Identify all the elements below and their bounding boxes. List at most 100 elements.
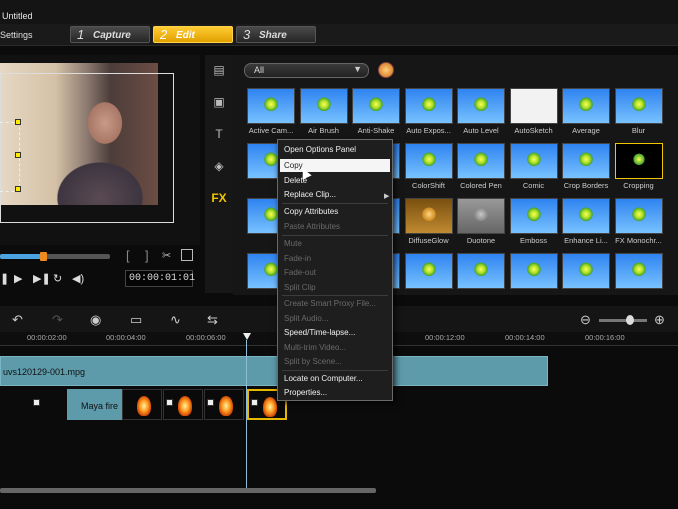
resize-handle[interactable] (15, 152, 21, 158)
filter-thumbnail[interactable] (404, 88, 453, 124)
play-icon[interactable]: ▶ (14, 272, 22, 285)
menu-item-fade-in[interactable]: Fade-in (284, 254, 311, 263)
step-edit-tab[interactable]: 2 Edit (153, 26, 233, 43)
sound-mixer-icon[interactable]: ▭ (130, 312, 142, 328)
zoom-slider[interactable] (599, 319, 647, 322)
filter-thumbnail-label: Enhance Li... (564, 236, 608, 245)
redo-icon[interactable]: ↷ (52, 312, 63, 328)
next-frame-icon[interactable]: ▶❚ (33, 272, 51, 285)
video-clip[interactable]: uvs120129-001.mpg (0, 356, 548, 386)
menu-item-mute[interactable]: Mute (284, 239, 302, 248)
menu-separator (282, 295, 388, 296)
filter-thumbnail[interactable] (404, 198, 453, 234)
filter-thumbnail-label: ColorShift (412, 181, 445, 190)
window-title: Untitled (2, 11, 33, 21)
auto-music-icon[interactable]: ∿ (170, 312, 181, 328)
filter-thumbnail[interactable] (614, 88, 663, 124)
filter-thumbnail[interactable] (509, 253, 558, 289)
preview-panel (0, 55, 200, 245)
library-filter-dropdown[interactable]: All ▼ (244, 63, 369, 78)
zoom-slider-handle[interactable] (626, 315, 634, 325)
scrub-bar[interactable] (0, 254, 110, 259)
menu-item-replace-clip[interactable]: Replace Clip... (284, 190, 336, 199)
filter-thumbnail[interactable] (562, 198, 610, 234)
library-tab-strip: ▤ ▣ T ◈ FX (205, 55, 233, 293)
transition-tab-icon[interactable]: ▣ (209, 95, 229, 113)
menu-item-open-options[interactable]: Open Options Panel (284, 145, 356, 154)
menu-item-multi-trim[interactable]: Multi-trim Video... (284, 343, 346, 352)
context-menu: Open Options Panel Copy Delete Replace C… (277, 139, 393, 401)
resize-handle[interactable] (15, 186, 21, 192)
menu-bar: Settings 1 Capture 2 Edit 3 Share (0, 24, 678, 46)
import-media-icon[interactable] (378, 62, 394, 78)
pause-icon[interactable]: ❚ (0, 272, 9, 285)
enlarge-preview-icon[interactable] (181, 249, 193, 261)
filter-thumbnail[interactable] (457, 143, 505, 179)
record-capture-icon[interactable]: ◉ (90, 312, 101, 328)
filter-thumbnail[interactable] (614, 143, 663, 179)
menu-separator (282, 203, 388, 204)
repeat-icon[interactable]: ↻ (53, 272, 62, 285)
menu-item-properties[interactable]: Properties... (284, 388, 327, 397)
filter-thumbnail[interactable] (299, 88, 348, 124)
transport-controls: ❚ ▶ ▶❚ ↻ ◀) (0, 270, 125, 288)
menu-item-split-audio[interactable]: Split Audio... (284, 314, 328, 323)
filter-thumbnail[interactable] (562, 88, 610, 124)
filter-thumbnail-label: Comic (522, 181, 545, 190)
scrub-handle[interactable] (40, 252, 47, 261)
ruler-tick: 00:00:12:00 (425, 333, 465, 342)
media-tab-icon[interactable]: ▤ (209, 63, 229, 81)
zoom-out-icon[interactable]: ⊖ (580, 312, 591, 328)
filter-thumbnail[interactable] (457, 88, 505, 124)
filter-thumbnail-label: Cropping (623, 181, 654, 190)
filter-thumbnail[interactable] (457, 198, 505, 234)
filter-thumbnail[interactable] (509, 198, 558, 234)
filter-thumbnail-label: Duotone (466, 236, 496, 245)
filter-thumbnail[interactable] (404, 143, 453, 179)
overlay-clip[interactable] (122, 389, 162, 420)
chevron-down-icon: ▼ (353, 64, 362, 74)
filter-thumbnail[interactable] (247, 88, 295, 124)
clip-badge-icon (207, 399, 214, 406)
mark-in-icon[interactable]: [ (126, 248, 130, 263)
title-tab-icon[interactable]: T (209, 127, 229, 145)
step-capture-tab[interactable]: 1 Capture (70, 26, 150, 43)
filter-thumbnail[interactable] (614, 253, 663, 289)
settings-menu[interactable]: Settings (0, 30, 33, 40)
menu-item-paste-attributes[interactable]: Paste Attributes (284, 222, 340, 231)
mark-out-icon[interactable]: ] (145, 248, 149, 263)
step-share-tab[interactable]: 3 Share (236, 26, 316, 43)
menu-item-speed-time-lapse[interactable]: Speed/Time-lapse... (284, 328, 355, 337)
filter-thumbnail-label: DiffuseGlow (408, 236, 449, 245)
filter-thumbnail[interactable] (404, 253, 453, 289)
filter-thumbnail[interactable] (562, 143, 610, 179)
filter-thumbnail-label: Average (572, 126, 600, 135)
filter-thumbnail[interactable] (352, 88, 400, 124)
filter-thumbnail-label: AutoSketch (514, 126, 553, 135)
zoom-in-icon[interactable]: ⊕ (654, 312, 665, 328)
filter-thumbnail[interactable] (614, 198, 663, 234)
filter-thumbnail[interactable] (509, 143, 558, 179)
filter-thumbnail[interactable] (457, 253, 505, 289)
undo-icon[interactable]: ↶ (12, 312, 23, 328)
menu-item-locate-on-computer[interactable]: Locate on Computer... (284, 374, 363, 383)
motion-tracking-icon[interactable]: ⇆ (207, 312, 218, 328)
resize-handle[interactable] (15, 119, 21, 125)
menu-item-fade-out[interactable]: Fade-out (284, 268, 316, 277)
timeline-scrollbar[interactable] (0, 488, 376, 493)
clip-badge-icon (33, 399, 40, 406)
timecode-display[interactable]: 00:00:01:01 (125, 270, 195, 287)
fx-filter-tab-icon[interactable]: FX (209, 191, 229, 209)
menu-item-split-clip[interactable]: Split Clip (284, 283, 316, 292)
volume-icon[interactable]: ◀) (72, 272, 84, 285)
graphic-tab-icon[interactable]: ◈ (209, 159, 229, 177)
menu-item-smart-proxy[interactable]: Create Smart Proxy File... (284, 299, 376, 308)
menu-separator (282, 235, 388, 236)
menu-item-split-by-scene[interactable]: Split by Scene... (284, 357, 342, 366)
scissors-icon[interactable]: ✂ (162, 249, 171, 262)
filter-thumbnail-label: Auto Level (463, 126, 499, 135)
menu-item-copy-attributes[interactable]: Copy Attributes (284, 207, 338, 216)
filter-thumbnail[interactable] (562, 253, 610, 289)
filter-thumbnail[interactable] (509, 88, 558, 124)
playhead-marker[interactable] (243, 333, 251, 340)
